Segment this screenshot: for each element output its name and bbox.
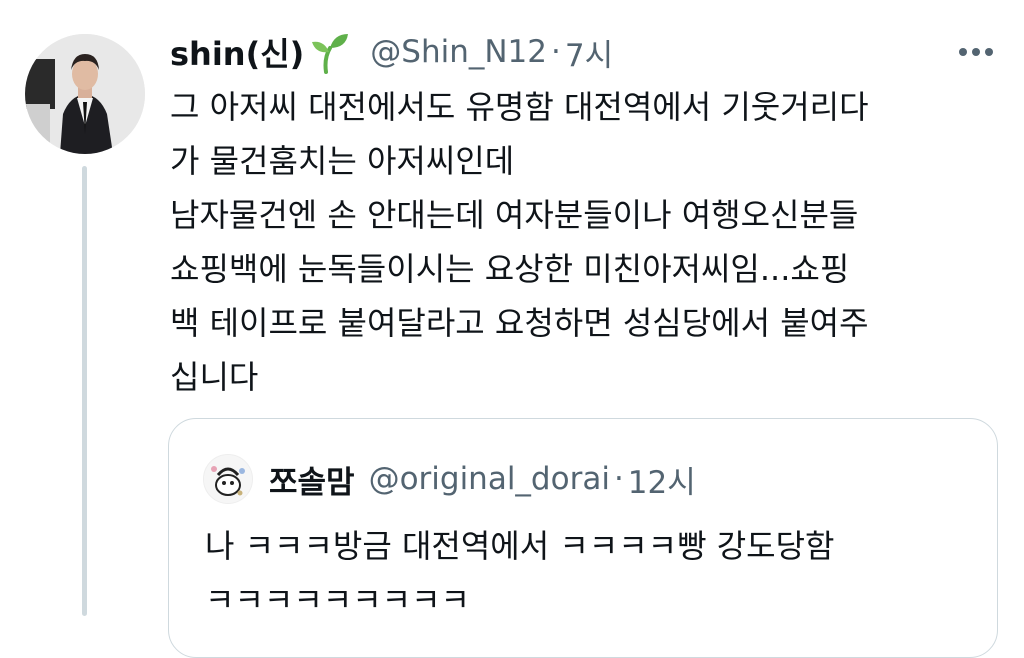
quoted-tweet-header: 쪼솔맘 @original_dorai · 12시	[203, 454, 696, 504]
quoted-author-handle[interactable]: @original_dorai	[369, 461, 610, 497]
tweet-header: shin(신) @Shin_N12 · 7시	[170, 28, 613, 76]
thread-line	[82, 166, 87, 616]
quoted-tweet-text: 나 ㅋㅋㅋ방금 대전역에서 ㅋㅋㅋㅋ빵 강도당함 ㅋㅋㅋㅋㅋㅋㅋㅋㅋ	[205, 519, 985, 627]
tweet-text-line: 그 아저씨 대전에서도 유명함 대전역에서 기웃거리다	[170, 88, 869, 126]
quoted-text-line: ㅋㅋㅋㅋㅋㅋㅋㅋㅋ	[205, 581, 470, 619]
quoted-author-display-name[interactable]: 쪼솔맘	[269, 457, 355, 502]
author-avatar[interactable]	[25, 34, 145, 154]
quoted-tweet-timestamp[interactable]: 12시	[628, 457, 696, 502]
more-icon	[959, 48, 993, 56]
author-display-name[interactable]: shin(신)	[170, 29, 304, 75]
quoted-author-avatar[interactable]	[203, 454, 253, 504]
tweet-text-line: 백 테이프로 붙여달라고 요청하면 성심당에서 붙여주	[170, 304, 869, 342]
quoted-text-line: 나 ㅋㅋㅋ방금 대전역에서 ㅋㅋㅋㅋ빵 강도당함	[205, 527, 835, 565]
tweet-text-line: 남자물건엔 손 안대는데 여자분들이나 여행오신분들	[170, 196, 859, 234]
sprout-icon	[312, 34, 349, 74]
more-options-button[interactable]	[954, 32, 998, 72]
avatar-photo	[25, 34, 145, 154]
tweet-text: 그 아저씨 대전에서도 유명함 대전역에서 기웃거리다 가 물건훔치는 아저씨인…	[170, 80, 1000, 404]
separator-dot: ·	[613, 461, 624, 497]
author-handle[interactable]: @Shin_N12	[370, 34, 547, 70]
tweet-timestamp[interactable]: 7시	[565, 30, 613, 75]
tweet-text-line: 가 물건훔치는 아저씨인데	[170, 142, 515, 180]
tweet-text-line: 쇼핑백에 눈독들이시는 요상한 미친아저씨임...쇼핑	[170, 250, 850, 288]
separator-dot: ·	[551, 34, 561, 70]
quoted-tweet-card[interactable]: 쪼솔맘 @original_dorai · 12시 나 ㅋㅋㅋ방금 대전역에서 …	[168, 418, 998, 658]
quoted-avatar-image	[204, 455, 252, 503]
tweet-text-line: 십니다	[170, 358, 259, 396]
